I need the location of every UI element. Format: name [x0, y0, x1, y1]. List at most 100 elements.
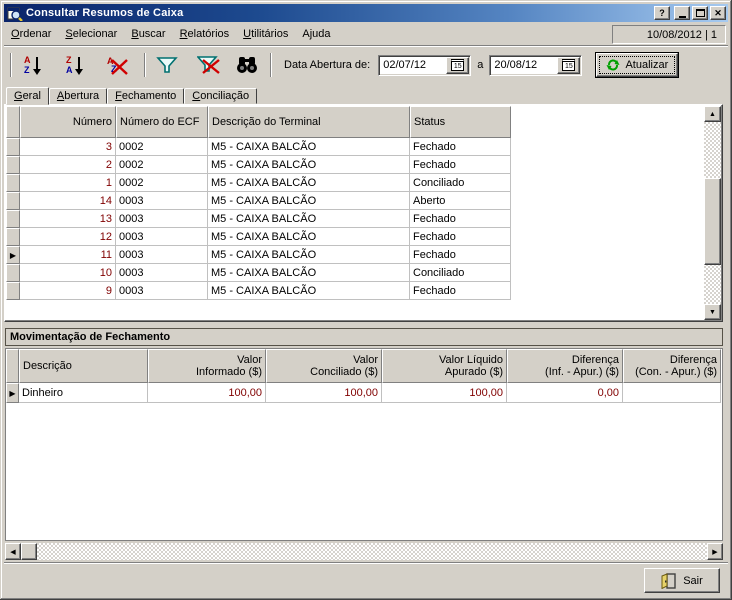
column-header[interactable]: Diferença (Con. - Apur.) ($) — [623, 349, 721, 383]
date-from-calendar-button[interactable]: 15 — [446, 57, 469, 74]
tab-fechamento[interactable]: Fechamento — [107, 88, 184, 104]
table-row[interactable]: 10002M5 - CAIXA BALCÃOConciliado — [6, 174, 704, 192]
sort-ascending-button[interactable]: A Z — [18, 51, 48, 79]
cell[interactable]: M5 - CAIXA BALCÃO — [208, 192, 410, 210]
cell[interactable]: 0003 — [116, 192, 208, 210]
sort-descending-button[interactable]: Z A — [60, 51, 90, 79]
table-row[interactable]: ▶110003M5 - CAIXA BALCÃOFechado — [6, 246, 704, 264]
cell[interactable]: 0003 — [116, 264, 208, 282]
menu-ordenar[interactable]: Ordenar — [4, 25, 58, 43]
table-row[interactable]: 90003M5 - CAIXA BALCÃOFechado — [6, 282, 704, 300]
column-header[interactable]: Número do ECF — [116, 106, 208, 138]
cell[interactable]: Dinheiro — [19, 383, 148, 403]
cell[interactable]: 13 — [20, 210, 116, 228]
menu-relatorios[interactable]: Relatórios — [173, 25, 237, 43]
cell[interactable]: 3 — [20, 138, 116, 156]
table-row[interactable]: 140003M5 - CAIXA BALCÃOAberto — [6, 192, 704, 210]
search-button[interactable] — [232, 51, 262, 79]
date-from-input[interactable] — [379, 59, 439, 71]
cell[interactable]: Fechado — [410, 210, 511, 228]
column-header[interactable]: Valor Conciliado ($) — [266, 349, 382, 383]
scroll-down-button[interactable]: ▼ — [704, 304, 721, 320]
scrollbar-thumb[interactable] — [21, 543, 37, 560]
cell[interactable]: M5 - CAIXA BALCÃO — [208, 246, 410, 264]
grid-body: 30002M5 - CAIXA BALCÃOFechado20002M5 - C… — [6, 138, 704, 300]
cell[interactable]: 100,00 — [382, 383, 507, 403]
scrollbar-track — [37, 543, 707, 560]
cell[interactable]: Fechado — [410, 156, 511, 174]
cell[interactable]: Fechado — [410, 138, 511, 156]
cell[interactable]: M5 - CAIXA BALCÃO — [208, 174, 410, 192]
table-row[interactable]: ▶Dinheiro100,00100,00100,000,00 — [6, 383, 722, 403]
cell[interactable]: Fechado — [410, 282, 511, 300]
cell[interactable]: Conciliado — [410, 264, 511, 282]
cell[interactable]: 10 — [20, 264, 116, 282]
cell[interactable]: 100,00 — [148, 383, 266, 403]
cell[interactable]: 0003 — [116, 246, 208, 264]
cell[interactable]: 0003 — [116, 282, 208, 300]
table-row[interactable]: 20002M5 - CAIXA BALCÃOFechado — [6, 156, 704, 174]
sair-button[interactable]: Sair — [644, 568, 720, 593]
table-row[interactable]: 120003M5 - CAIXA BALCÃOFechado — [6, 228, 704, 246]
help-button[interactable]: ? — [654, 6, 670, 20]
menu-buscar[interactable]: Buscar — [124, 25, 172, 43]
cell[interactable]: 11 — [20, 246, 116, 264]
filter-button[interactable] — [152, 51, 182, 79]
cell[interactable]: 0002 — [116, 156, 208, 174]
cell[interactable]: 0003 — [116, 228, 208, 246]
cell[interactable]: M5 - CAIXA BALCÃO — [208, 264, 410, 282]
table-row[interactable]: 130003M5 - CAIXA BALCÃOFechado — [6, 210, 704, 228]
table-row[interactable]: 30002M5 - CAIXA BALCÃOFechado — [6, 138, 704, 156]
clear-filter-button[interactable] — [194, 51, 224, 79]
cell[interactable]: 0003 — [116, 210, 208, 228]
cell[interactable]: 9 — [20, 282, 116, 300]
atualizar-button[interactable]: Atualizar — [596, 53, 678, 77]
menu-utilitarios[interactable]: Utilitários — [236, 25, 295, 43]
cell[interactable]: M5 - CAIXA BALCÃO — [208, 282, 410, 300]
column-header[interactable]: Número — [20, 106, 116, 138]
cell[interactable]: 2 — [20, 156, 116, 174]
scroll-up-button[interactable]: ▲ — [704, 106, 721, 122]
date-to-calendar-button[interactable]: 15 — [557, 57, 580, 74]
column-header[interactable]: Valor Líquido Apurado ($) — [382, 349, 507, 383]
column-header[interactable]: Diferença (Inf. - Apur.) ($) — [507, 349, 623, 383]
column-header[interactable]: Descrição do Terminal — [208, 106, 410, 138]
grid-header-row: DescriçãoValor Informado ($)Valor Concil… — [6, 349, 722, 383]
cell[interactable]: 100,00 — [266, 383, 382, 403]
clear-sort-button[interactable]: A Z — [102, 51, 132, 79]
tab-geral[interactable]: Geral — [6, 87, 49, 105]
close-button[interactable]: ✕ — [710, 6, 726, 20]
scrollbar-thumb[interactable] — [704, 178, 721, 265]
menu-selecionar[interactable]: Selecionar — [58, 25, 124, 43]
column-header[interactable]: Descrição — [19, 349, 148, 383]
cell[interactable] — [623, 383, 721, 403]
tab-conciliacao[interactable]: Conciliação — [184, 88, 257, 104]
cell[interactable]: 0002 — [116, 138, 208, 156]
toolbar-separator — [270, 53, 272, 77]
date-to-input[interactable] — [490, 59, 550, 71]
scroll-right-button[interactable]: ▶ — [707, 543, 723, 560]
cell[interactable]: M5 - CAIXA BALCÃO — [208, 210, 410, 228]
cell[interactable]: 12 — [20, 228, 116, 246]
cell[interactable]: M5 - CAIXA BALCÃO — [208, 156, 410, 174]
cell[interactable]: 0,00 — [507, 383, 623, 403]
menu-ajuda[interactable]: Ajuda — [295, 25, 337, 43]
horizontal-scrollbar[interactable]: ◀ ▶ — [5, 543, 723, 560]
column-header[interactable]: Status — [410, 106, 511, 138]
cell[interactable]: 1 — [20, 174, 116, 192]
table-row[interactable]: 100003M5 - CAIXA BALCÃOConciliado — [6, 264, 704, 282]
cell[interactable]: M5 - CAIXA BALCÃO — [208, 228, 410, 246]
cell[interactable]: Aberto — [410, 192, 511, 210]
tab-abertura[interactable]: Abertura — [49, 88, 107, 104]
column-header[interactable]: Valor Informado ($) — [148, 349, 266, 383]
cell[interactable]: 14 — [20, 192, 116, 210]
cell[interactable]: M5 - CAIXA BALCÃO — [208, 138, 410, 156]
scroll-left-button[interactable]: ◀ — [5, 543, 21, 560]
cell[interactable]: 0002 — [116, 174, 208, 192]
cell[interactable]: Fechado — [410, 246, 511, 264]
maximize-button[interactable] — [692, 6, 708, 20]
vertical-scrollbar[interactable]: ▲ ▼ — [704, 106, 721, 320]
minimize-button[interactable] — [674, 6, 690, 20]
cell[interactable]: Conciliado — [410, 174, 511, 192]
cell[interactable]: Fechado — [410, 228, 511, 246]
